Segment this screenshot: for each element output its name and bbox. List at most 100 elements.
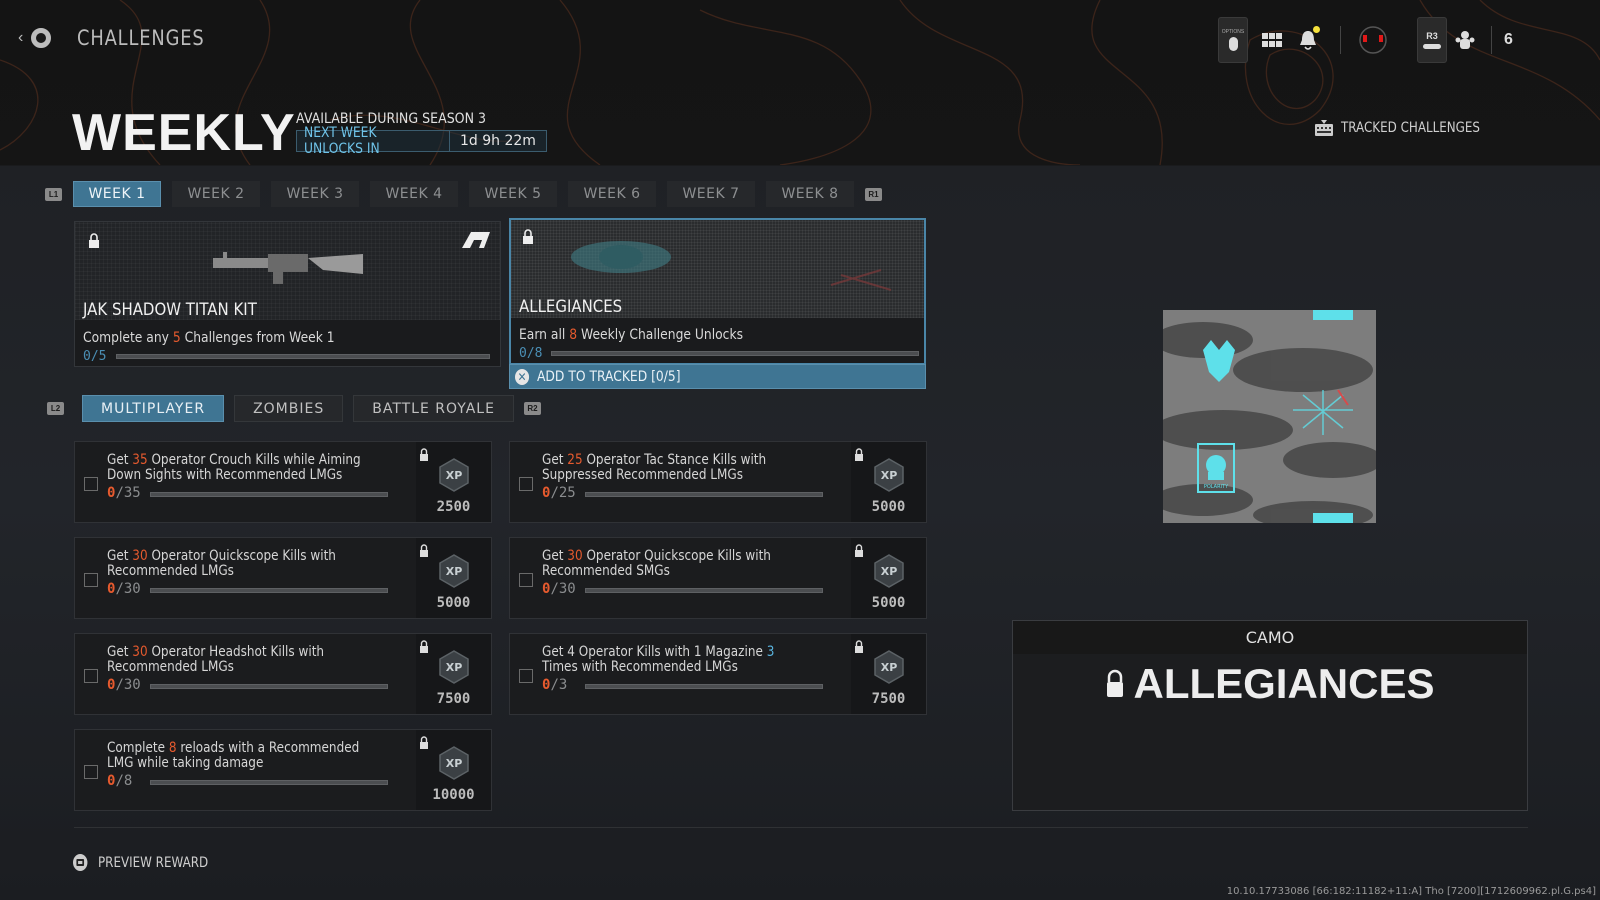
challenge-progress-text: 0/30 xyxy=(107,581,141,597)
svg-text:XP: XP xyxy=(881,469,898,482)
tab-multiplayer[interactable]: MULTIPLAYER xyxy=(82,395,225,422)
xp-value: 7500 xyxy=(871,691,906,707)
challenge-item[interactable]: Get 35 Operator Crouch Kills while Aimin… xyxy=(74,441,492,523)
svg-text:XP: XP xyxy=(446,757,463,770)
hud-controls: OPTIONS xyxy=(1218,17,1391,63)
challenge-progress-bar xyxy=(150,492,388,497)
xp-badge-icon: XP xyxy=(439,746,469,780)
reward-column: XP 5000 xyxy=(851,442,926,522)
desc-count: 8 xyxy=(569,327,578,343)
tab-week-5[interactable]: WEEK 5 xyxy=(469,181,557,207)
notifications-button[interactable] xyxy=(1290,17,1326,63)
preview-reward-button[interactable]: PREVIEW REWARD xyxy=(73,854,228,871)
r3-button[interactable]: R3 xyxy=(1417,17,1447,63)
lock-icon xyxy=(89,233,99,248)
challenge-item[interactable]: Get 30 Operator Quickscope Kills with Re… xyxy=(509,537,927,619)
challenge-item[interactable]: Get 25 Operator Tac Stance Kills with Su… xyxy=(509,441,927,523)
camo-badge-text: POLARITY xyxy=(1204,484,1229,490)
grid-menu-button[interactable] xyxy=(1254,17,1290,63)
circle-button-icon xyxy=(31,28,52,48)
lock-icon xyxy=(523,229,533,244)
weapon-icon xyxy=(213,252,363,284)
challenge-item[interactable]: Complete 8 reloads with a Recommended LM… xyxy=(74,729,492,811)
challenge-item[interactable]: Get 4 Operator Kills with 1 Magazine 3 T… xyxy=(509,633,927,715)
notification-dot xyxy=(1313,26,1320,33)
l2-trigger-icon[interactable]: L2 xyxy=(47,402,64,415)
build-info: 10.10.17733086 [66:182:11182+11:A] Tho [… xyxy=(1226,886,1596,897)
tracked-challenges-button[interactable]: TRACKED CHALLENGES xyxy=(1315,120,1504,136)
reward-column: XP 10000 xyxy=(416,730,491,810)
reward-progress-bar xyxy=(116,354,490,359)
reward-progress-bar xyxy=(551,351,919,356)
progress-total: /30 xyxy=(115,581,141,597)
track-checkbox[interactable] xyxy=(84,765,98,779)
track-checkbox[interactable] xyxy=(519,573,533,587)
challenge-description: Get 35 Operator Crouch Kills while Aimin… xyxy=(107,453,374,483)
camo-pattern: POLARITY xyxy=(1163,310,1376,523)
next-unlock-timer: NEXT WEEK UNLOCKS IN 1d 9h 22m xyxy=(296,125,547,157)
grid-icon xyxy=(1262,33,1282,47)
challenge-progress-bar xyxy=(150,780,388,785)
options-button[interactable]: OPTIONS xyxy=(1218,17,1248,63)
desc-text: Get xyxy=(107,548,133,564)
svg-text:XP: XP xyxy=(446,661,463,674)
reward-card-weapon-kit[interactable]: JAK SHADOW TITAN KIT Complete any 5 Chal… xyxy=(74,221,501,367)
footer-divider xyxy=(74,827,1528,828)
svg-text:XP: XP xyxy=(881,661,898,674)
challenge-description: Get 25 Operator Tac Stance Kills with Su… xyxy=(542,453,809,483)
challenge-progress-bar xyxy=(150,684,388,689)
hud-social: R3 6 xyxy=(1417,17,1513,63)
track-checkbox[interactable] xyxy=(519,669,533,683)
tab-battle-royale[interactable]: BATTLE ROYALE xyxy=(353,395,514,422)
track-checkbox[interactable] xyxy=(84,573,98,587)
svg-text:XP: XP xyxy=(446,469,463,482)
reward-column: XP 5000 xyxy=(851,538,926,618)
track-checkbox[interactable] xyxy=(519,477,533,491)
r1-trigger-icon[interactable]: R1 xyxy=(865,187,882,201)
challenge-item[interactable]: Get 30 Operator Quickscope Kills with Re… xyxy=(74,537,492,619)
add-to-tracked-button[interactable]: ✕ ADD TO TRACKED [0/5] xyxy=(509,364,926,389)
progress-total: /30 xyxy=(550,581,576,597)
tab-week-1[interactable]: WEEK 1 xyxy=(73,181,161,207)
tab-week-8[interactable]: WEEK 8 xyxy=(766,181,854,207)
l1-trigger-icon[interactable]: L1 xyxy=(45,187,62,201)
hud-divider xyxy=(1491,26,1492,54)
desc-count: 8 xyxy=(168,740,177,756)
tab-week-7[interactable]: WEEK 7 xyxy=(667,181,755,207)
xp-badge-icon: XP xyxy=(439,650,469,684)
tab-week-4[interactable]: WEEK 4 xyxy=(370,181,458,207)
social-button[interactable] xyxy=(1447,17,1483,63)
page-title: WEEKLY xyxy=(72,104,296,162)
track-checkbox[interactable] xyxy=(84,477,98,491)
camo-preview-image[interactable]: POLARITY xyxy=(1163,310,1376,523)
desc-text: Times with Recommended LMGs xyxy=(542,659,738,675)
challenge-progress-bar xyxy=(585,588,823,593)
progress-total: /30 xyxy=(115,677,141,693)
challenge-progress-text: 0/30 xyxy=(107,677,141,693)
tab-zombies[interactable]: ZOMBIES xyxy=(234,395,344,422)
challenge-description: Get 4 Operator Kills with 1 Magazine 3 T… xyxy=(542,645,809,675)
xp-value: 7500 xyxy=(436,691,471,707)
tab-week-3[interactable]: WEEK 3 xyxy=(271,181,359,207)
lock-icon xyxy=(1107,669,1124,697)
desc-text: Complete xyxy=(107,740,169,756)
svg-text:XP: XP xyxy=(881,565,898,578)
challenge-description: Get 30 Operator Headshot Kills with Reco… xyxy=(107,645,374,675)
challenge-item[interactable]: Get 30 Operator Headshot Kills with Reco… xyxy=(74,633,492,715)
challenge-progress-text: 0/35 xyxy=(107,485,141,501)
reward-column: XP 5000 xyxy=(416,538,491,618)
xp-value: 5000 xyxy=(871,595,906,611)
xp-badge-icon: XP xyxy=(439,458,469,492)
reward-card-camo[interactable]: ALLEGIANCES Earn all 8 Weekly Challenge … xyxy=(509,218,926,365)
tab-week-6[interactable]: WEEK 6 xyxy=(568,181,656,207)
back-button[interactable]: ‹ CHALLENGES xyxy=(18,26,227,50)
player-status-button[interactable] xyxy=(1355,17,1391,63)
reward-column: XP 7500 xyxy=(851,634,926,714)
reward-description: Earn all 8 Weekly Challenge Unlocks xyxy=(519,327,743,343)
challenge-description: Get 30 Operator Quickscope Kills with Re… xyxy=(542,549,809,579)
r2-trigger-icon[interactable]: R2 xyxy=(523,402,541,415)
track-checkbox[interactable] xyxy=(84,669,98,683)
next-unlock-time: 1d 9h 22m xyxy=(449,131,546,151)
r3-label: R3 xyxy=(1426,31,1438,41)
tab-week-2[interactable]: WEEK 2 xyxy=(172,181,260,207)
